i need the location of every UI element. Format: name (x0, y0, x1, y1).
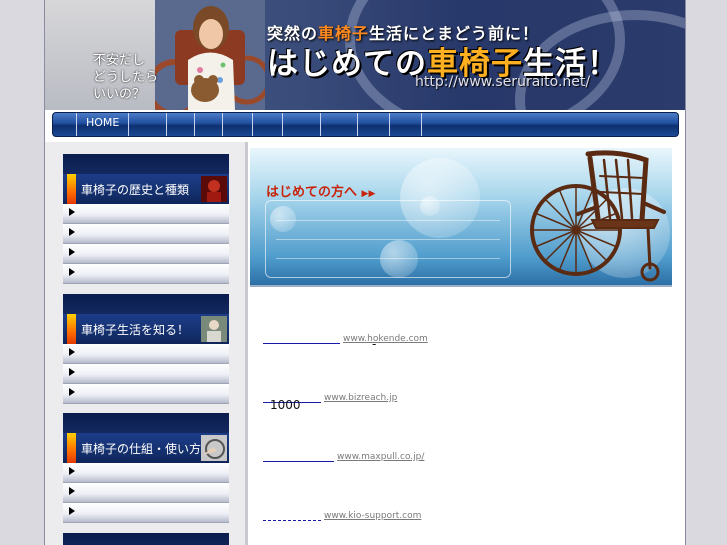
site-url: http://www.seruraito.net/ (415, 74, 591, 90)
nav-item[interactable] (194, 113, 223, 136)
ad-description: - (372, 337, 377, 351)
sidebar-link[interactable] (63, 204, 229, 224)
sidebar-section-mechanism: 車椅子の仕組・使い方 (63, 413, 229, 523)
nav-item[interactable] (320, 113, 358, 136)
nav-item[interactable] (222, 113, 253, 136)
arrow-icon (69, 268, 75, 276)
sidebar-section-more (63, 533, 229, 545)
sidebar-link[interactable] (63, 364, 229, 384)
sidebar-link[interactable] (63, 344, 229, 364)
main-nav: HOME (52, 112, 679, 137)
ad-listing: www.maxpull.co.jp/ (263, 443, 424, 462)
red-portrait-icon (201, 176, 227, 202)
nav-item[interactable] (357, 113, 390, 136)
worry-line: 不安だし (93, 53, 146, 68)
sidebar-link[interactable] (63, 463, 229, 483)
ad-listing: www.bizreach.jp 1000 (263, 384, 397, 412)
ad-description: 1000 (270, 398, 301, 412)
sidebar-link[interactable] (63, 244, 229, 264)
section-header[interactable]: 車椅子の歴史と種類 (63, 174, 229, 204)
ad-title-link[interactable] (263, 511, 321, 521)
arrow-icon (69, 228, 75, 236)
sidebar-section-history: 車椅子の歴史と種類 (63, 154, 229, 284)
nav-home[interactable]: HOME (76, 113, 136, 136)
nav-item[interactable] (421, 113, 423, 136)
banner-text-box (265, 200, 511, 278)
worry-line: どうしたら (93, 70, 159, 85)
banner-line (276, 239, 500, 240)
site-header: 不安だし どうしたら いいの？ 突然の車椅子生活にとまどう前に！ はじめての車椅… (45, 0, 685, 110)
elderly-person-icon (201, 316, 227, 342)
double-arrow-icon: ▶▶ (361, 189, 376, 199)
banner-title: はじめての方へ ▶▶ (266, 181, 375, 200)
sidebar-link[interactable] (63, 264, 229, 284)
arrow-icon (69, 388, 75, 396)
ad-title-link[interactable] (263, 334, 340, 344)
sidebar-section-life: 車椅子生活を知る！ (63, 294, 229, 404)
nav-item[interactable] (282, 113, 321, 136)
accent-bar (67, 433, 76, 463)
banner-line (276, 220, 500, 221)
nav-area: HOME (45, 110, 685, 140)
sidebar-link[interactable] (63, 483, 229, 503)
arrow-icon (69, 507, 75, 515)
sidebar-link[interactable] (63, 503, 229, 523)
section-title: 車椅子の仕組・使い方 (81, 442, 202, 456)
banner-title-text: はじめての方へ (266, 185, 358, 200)
section-top-bar (63, 413, 229, 433)
section-top-bar (63, 154, 229, 174)
section-header[interactable]: 車椅子生活を知る！ (63, 314, 229, 344)
ad-url-link[interactable]: www.bizreach.jp (324, 393, 397, 403)
section-top-bar (63, 533, 229, 545)
nav-item[interactable] (252, 113, 283, 136)
worry-line: いいの？ (93, 87, 146, 102)
ad-listing: www.hokende.com - (263, 325, 428, 351)
sidebar-link[interactable] (63, 224, 229, 244)
section-top-bar (63, 294, 229, 314)
ad-url-link[interactable]: www.hokende.com (343, 334, 428, 344)
nav-item[interactable] (128, 113, 167, 136)
nav-item[interactable] (389, 113, 422, 136)
arrow-icon (69, 487, 75, 495)
page: 不安だし どうしたら いいの？ 突然の車椅子生活にとまどう前に！ はじめての車椅… (44, 0, 686, 545)
ad-listing: www.kio-support.com (263, 502, 421, 521)
banner-line (276, 258, 500, 259)
section-title: 車椅子生活を知る！ (81, 323, 190, 337)
sidebar-link[interactable] (63, 384, 229, 404)
hand-wheel-icon (201, 435, 227, 461)
column-divider (245, 142, 248, 545)
nav-item[interactable] (166, 113, 195, 136)
ad-title-link[interactable] (263, 452, 334, 462)
ad-url-link[interactable]: www.kio-support.com (324, 511, 421, 521)
intro-banner[interactable]: はじめての方へ ▶▶ (250, 148, 672, 287)
arrow-icon (69, 248, 75, 256)
arrow-icon (69, 348, 75, 356)
ad-url-link[interactable]: www.maxpull.co.jp/ (337, 452, 424, 462)
section-title: 車椅子の歴史と種類 (81, 183, 190, 197)
accent-bar (67, 174, 76, 204)
arrow-icon (69, 368, 75, 376)
antique-wheelchair-image (530, 150, 666, 282)
arrow-icon (69, 467, 75, 475)
worry-text: 不安だし どうしたら いいの？ (93, 52, 173, 103)
section-header[interactable]: 車椅子の仕組・使い方 (63, 433, 229, 463)
arrow-icon (69, 208, 75, 216)
title-pre: はじめての (267, 46, 427, 82)
accent-bar (67, 314, 76, 344)
